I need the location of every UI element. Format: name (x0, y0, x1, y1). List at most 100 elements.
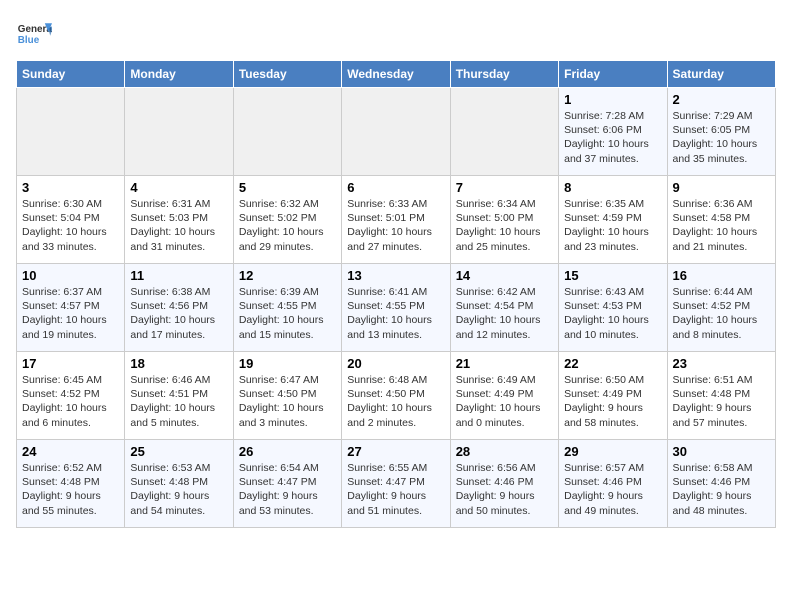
day-number: 5 (239, 180, 336, 195)
day-of-week-thursday: Thursday (450, 61, 558, 88)
calendar-cell: 26 Sunrise: 6:54 AM Sunset: 4:47 PM Dayli… (233, 440, 341, 528)
day-detail: Sunrise: 6:37 AM Sunset: 4:57 PM Dayligh… (22, 285, 119, 342)
calendar-header: SundayMondayTuesdayWednesdayThursdayFrid… (17, 61, 776, 88)
calendar-cell: 21 Sunrise: 6:49 AM Sunset: 4:49 PM Dayli… (450, 352, 558, 440)
page-header: General Blue (16, 16, 776, 52)
day-number: 4 (130, 180, 227, 195)
day-detail: Sunrise: 6:55 AM Sunset: 4:47 PM Dayligh… (347, 461, 444, 518)
day-number: 8 (564, 180, 661, 195)
day-number: 7 (456, 180, 553, 195)
svg-text:Blue: Blue (18, 35, 40, 46)
calendar-cell: 5 Sunrise: 6:32 AM Sunset: 5:02 PM Daylig… (233, 176, 341, 264)
day-detail: Sunrise: 6:38 AM Sunset: 4:56 PM Dayligh… (130, 285, 227, 342)
day-number: 16 (673, 268, 770, 283)
calendar-cell: 4 Sunrise: 6:31 AM Sunset: 5:03 PM Daylig… (125, 176, 233, 264)
day-detail: Sunrise: 6:33 AM Sunset: 5:01 PM Dayligh… (347, 197, 444, 254)
day-number: 26 (239, 444, 336, 459)
calendar-cell: 12Sunrise: 6:39 AM Sunset: 4:55 PM Dayli… (233, 264, 341, 352)
day-of-week-wednesday: Wednesday (342, 61, 450, 88)
day-number: 12 (239, 268, 336, 283)
calendar-table: SundayMondayTuesdayWednesdayThursdayFrid… (16, 60, 776, 528)
day-detail: Sunrise: 6:50 AM Sunset: 4:49 PM Dayligh… (564, 373, 661, 430)
day-detail: Sunrise: 6:44 AM Sunset: 4:52 PM Dayligh… (673, 285, 770, 342)
day-detail: Sunrise: 6:35 AM Sunset: 4:59 PM Dayligh… (564, 197, 661, 254)
day-detail: Sunrise: 6:46 AM Sunset: 4:51 PM Dayligh… (130, 373, 227, 430)
calendar-cell: 17 Sunrise: 6:45 AM Sunset: 4:52 PM Dayli… (17, 352, 125, 440)
calendar-cell: 20 Sunrise: 6:48 AM Sunset: 4:50 PM Dayli… (342, 352, 450, 440)
calendar-cell: 19 Sunrise: 6:47 AM Sunset: 4:50 PM Dayli… (233, 352, 341, 440)
calendar-cell: 14 Sunrise: 6:42 AM Sunset: 4:54 PM Dayli… (450, 264, 558, 352)
day-of-week-saturday: Saturday (667, 61, 775, 88)
calendar-cell: 22 Sunrise: 6:50 AM Sunset: 4:49 PM Dayli… (559, 352, 667, 440)
day-of-week-tuesday: Tuesday (233, 61, 341, 88)
day-detail: Sunrise: 6:48 AM Sunset: 4:50 PM Dayligh… (347, 373, 444, 430)
day-number: 1 (564, 92, 661, 107)
calendar-cell (342, 88, 450, 176)
day-detail: Sunrise: 6:52 AM Sunset: 4:48 PM Dayligh… (22, 461, 119, 518)
day-detail: Sunrise: 6:51 AM Sunset: 4:48 PM Dayligh… (673, 373, 770, 430)
calendar-cell: 25 Sunrise: 6:53 AM Sunset: 4:48 PM Dayli… (125, 440, 233, 528)
day-detail: Sunrise: 6:41 AM Sunset: 4:55 PM Dayligh… (347, 285, 444, 342)
day-detail: Sunrise: 6:34 AM Sunset: 5:00 PM Dayligh… (456, 197, 553, 254)
day-detail: Sunrise: 6:53 AM Sunset: 4:48 PM Dayligh… (130, 461, 227, 518)
calendar-cell (125, 88, 233, 176)
day-detail: Sunrise: 7:29 AM Sunset: 6:05 PM Dayligh… (673, 109, 770, 166)
day-detail: Sunrise: 6:31 AM Sunset: 5:03 PM Dayligh… (130, 197, 227, 254)
calendar-cell: 10 Sunrise: 6:37 AM Sunset: 4:57 PM Dayli… (17, 264, 125, 352)
day-detail: Sunrise: 6:45 AM Sunset: 4:52 PM Dayligh… (22, 373, 119, 430)
day-number: 9 (673, 180, 770, 195)
day-number: 6 (347, 180, 444, 195)
calendar-cell: 2 Sunrise: 7:29 AM Sunset: 6:05 PM Daylig… (667, 88, 775, 176)
day-number: 22 (564, 356, 661, 371)
calendar-cell: 8 Sunrise: 6:35 AM Sunset: 4:59 PM Daylig… (559, 176, 667, 264)
day-number: 25 (130, 444, 227, 459)
day-number: 19 (239, 356, 336, 371)
day-detail: Sunrise: 6:54 AM Sunset: 4:47 PM Dayligh… (239, 461, 336, 518)
day-number: 23 (673, 356, 770, 371)
logo-icon: General Blue (16, 16, 52, 52)
day-number: 29 (564, 444, 661, 459)
day-detail: Sunrise: 6:47 AM Sunset: 4:50 PM Dayligh… (239, 373, 336, 430)
calendar-cell (233, 88, 341, 176)
calendar-cell (17, 88, 125, 176)
calendar-cell: 15 Sunrise: 6:43 AM Sunset: 4:53 PM Dayli… (559, 264, 667, 352)
day-number: 3 (22, 180, 119, 195)
calendar-cell: 3 Sunrise: 6:30 AM Sunset: 5:04 PM Daylig… (17, 176, 125, 264)
day-detail: Sunrise: 6:49 AM Sunset: 4:49 PM Dayligh… (456, 373, 553, 430)
day-detail: Sunrise: 6:43 AM Sunset: 4:53 PM Dayligh… (564, 285, 661, 342)
day-detail: Sunrise: 6:42 AM Sunset: 4:54 PM Dayligh… (456, 285, 553, 342)
calendar-cell (450, 88, 558, 176)
logo: General Blue (16, 16, 52, 52)
day-number: 30 (673, 444, 770, 459)
day-detail: Sunrise: 6:30 AM Sunset: 5:04 PM Dayligh… (22, 197, 119, 254)
calendar-cell: 11 Sunrise: 6:38 AM Sunset: 4:56 PM Dayli… (125, 264, 233, 352)
day-number: 13 (347, 268, 444, 283)
day-number: 10 (22, 268, 119, 283)
day-number: 11 (130, 268, 227, 283)
day-of-week-monday: Monday (125, 61, 233, 88)
day-detail: Sunrise: 7:28 AM Sunset: 6:06 PM Dayligh… (564, 109, 661, 166)
day-number: 2 (673, 92, 770, 107)
calendar-cell: 6 Sunrise: 6:33 AM Sunset: 5:01 PM Daylig… (342, 176, 450, 264)
calendar-cell: 24 Sunrise: 6:52 AM Sunset: 4:48 PM Dayli… (17, 440, 125, 528)
day-number: 17 (22, 356, 119, 371)
calendar-cell: 1 Sunrise: 7:28 AM Sunset: 6:06 PM Daylig… (559, 88, 667, 176)
day-number: 28 (456, 444, 553, 459)
day-number: 14 (456, 268, 553, 283)
day-detail: Sunrise: 6:56 AM Sunset: 4:46 PM Dayligh… (456, 461, 553, 518)
calendar-cell: 16 Sunrise: 6:44 AM Sunset: 4:52 PM Dayli… (667, 264, 775, 352)
day-detail: Sunrise: 6:32 AM Sunset: 5:02 PM Dayligh… (239, 197, 336, 254)
calendar-cell: 30 Sunrise: 6:58 AM Sunset: 4:46 PM Dayli… (667, 440, 775, 528)
day-of-week-sunday: Sunday (17, 61, 125, 88)
day-number: 20 (347, 356, 444, 371)
day-detail: Sunrise: 6:57 AM Sunset: 4:46 PM Dayligh… (564, 461, 661, 518)
day-number: 27 (347, 444, 444, 459)
day-number: 18 (130, 356, 227, 371)
day-detail: Sunrise: 6:58 AM Sunset: 4:46 PM Dayligh… (673, 461, 770, 518)
day-number: 24 (22, 444, 119, 459)
calendar-cell: 13 Sunrise: 6:41 AM Sunset: 4:55 PM Dayli… (342, 264, 450, 352)
day-number: 15 (564, 268, 661, 283)
day-of-week-friday: Friday (559, 61, 667, 88)
day-detail: Sunrise: 6:36 AM Sunset: 4:58 PM Dayligh… (673, 197, 770, 254)
day-number: 21 (456, 356, 553, 371)
